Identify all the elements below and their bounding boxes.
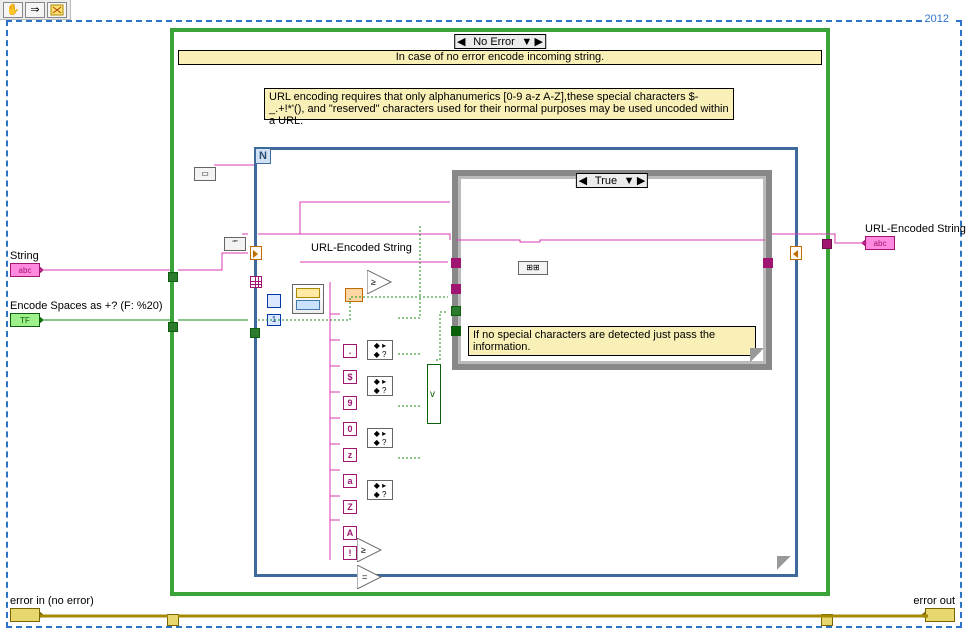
inrange-box-2[interactable]: ◆ ▸◆ ?	[367, 376, 393, 396]
inner-case-next-icon[interactable]: ▶	[635, 174, 647, 187]
inner-case-structure[interactable]: ◀ True ▼ ▶ ⊞⊞ If no special characters a…	[452, 170, 772, 370]
subvi-node[interactable]	[292, 284, 324, 314]
inner-tunnel-str-out	[763, 258, 773, 268]
char-const-Z[interactable]: Z	[343, 500, 357, 514]
char-const-dot[interactable]: .	[343, 344, 357, 358]
pan-tool-button[interactable]: ✋	[3, 2, 23, 18]
inner-selector-terminal	[451, 326, 461, 336]
inner-case-selector-label: True	[589, 175, 623, 187]
outer-case-structure[interactable]: ◀ No Error ▼ ▶ In case of no error encod…	[170, 28, 830, 596]
for-loop-n-terminal: N	[255, 148, 271, 164]
char-const-a[interactable]: a	[343, 474, 357, 488]
shift-register-right[interactable]	[790, 246, 802, 260]
inner-case-prev-icon[interactable]: ◀	[577, 174, 589, 187]
char-const-0[interactable]: 0	[343, 422, 357, 436]
arrow-tool-button[interactable]: ⇒	[25, 2, 45, 18]
string-prep-node-1[interactable]: ▭	[194, 167, 216, 181]
outer-case-selector-label: No Error	[467, 36, 521, 48]
outer-case-tunnel-bool	[168, 322, 178, 332]
inner-case-resize-handle[interactable]	[750, 348, 764, 362]
inner-tunnel-bool-in	[451, 306, 461, 316]
concat-strings-node[interactable]: ⊞⊞	[518, 261, 548, 275]
vi-version-label: 2012	[922, 13, 952, 25]
for-loop[interactable]: N URL-Encoded String 1 ≥ = ≥ . ◆ ▸◆ ? $ …	[254, 147, 798, 577]
char-const-dollar[interactable]: $	[343, 370, 357, 384]
string-input-label: String	[10, 250, 39, 262]
outer-case-prev-icon[interactable]: ◀	[455, 35, 467, 48]
inrange-box-3[interactable]: ◆ ▸◆ ?	[367, 428, 393, 448]
error-in-terminal[interactable]	[10, 608, 40, 622]
svg-text:≥: ≥	[361, 545, 366, 555]
forloop-resize-handle[interactable]	[777, 556, 791, 570]
encode-spaces-input-label: Encode Spaces as +? (F: %20)	[10, 300, 163, 312]
inner-case-dropdown-icon[interactable]: ▼	[623, 175, 635, 187]
inner-tunnel-str-in	[451, 258, 461, 268]
compare-triangle-bot[interactable]: ≥	[357, 538, 387, 562]
string-prep-node-2[interactable]: “”	[224, 237, 246, 251]
outer-case-tunnel-out	[822, 239, 832, 249]
compound-or-node[interactable]	[427, 364, 441, 424]
compare-triangle-eq[interactable]: =	[357, 565, 387, 589]
info-comment[interactable]: URL encoding requires that only alphanum…	[264, 88, 734, 120]
char-const-bang[interactable]: !	[343, 546, 357, 560]
inrange-box-4[interactable]: ◆ ▸◆ ?	[367, 480, 393, 500]
error-out-label: error out	[905, 595, 955, 607]
outer-case-tunnel-string	[168, 272, 178, 282]
outer-case-subtitle: In case of no error encode incoming stri…	[178, 50, 822, 65]
error-out-terminal[interactable]	[925, 608, 955, 622]
outer-case-dropdown-icon[interactable]: ▼	[521, 36, 533, 48]
highlight-exec-button[interactable]	[47, 2, 67, 18]
forloop-tunnel-bool	[250, 328, 260, 338]
svg-text:≥: ≥	[371, 277, 376, 287]
url-encoded-string-inner-label: URL-Encoded String	[311, 242, 412, 254]
outer-case-tunnel-errin	[167, 614, 179, 626]
char-const-z[interactable]: z	[343, 448, 357, 462]
url-encoded-output-label: URL-Encoded String	[865, 223, 966, 235]
inner-tunnel-char-in	[451, 284, 461, 294]
inner-case-selector[interactable]: ◀ True ▼ ▶	[576, 173, 648, 188]
auto-index-in[interactable]	[250, 276, 262, 288]
index-terminal[interactable]	[267, 294, 281, 308]
string-input-terminal[interactable]: abc	[10, 263, 40, 277]
numeric-constant-1[interactable]: 1	[267, 314, 281, 326]
url-encoded-output-terminal[interactable]: abc	[865, 236, 895, 250]
outer-case-selector[interactable]: ◀ No Error ▼ ▶	[454, 34, 546, 49]
outer-case-tunnel-errout	[821, 614, 833, 626]
inrange-box-1[interactable]: ◆ ▸◆ ?	[367, 340, 393, 360]
encode-spaces-input-terminal[interactable]: TF	[10, 313, 40, 327]
shift-register-left[interactable]	[250, 246, 262, 260]
compare-triangle-top[interactable]: ≥	[367, 270, 397, 294]
index-string-node[interactable]	[345, 288, 363, 302]
char-const-A[interactable]: A	[343, 526, 357, 540]
outer-case-next-icon[interactable]: ▶	[533, 35, 545, 48]
toolbar: ✋ ⇒	[0, 0, 71, 20]
block-diagram: ✋ ⇒ 2012 String abc Encode Spaces as +? …	[0, 0, 968, 633]
svg-text:=: =	[362, 572, 367, 582]
inner-case-comment[interactable]: If no special characters are detected ju…	[468, 326, 756, 356]
char-const-9[interactable]: 9	[343, 396, 357, 410]
error-in-label: error in (no error)	[10, 595, 94, 607]
